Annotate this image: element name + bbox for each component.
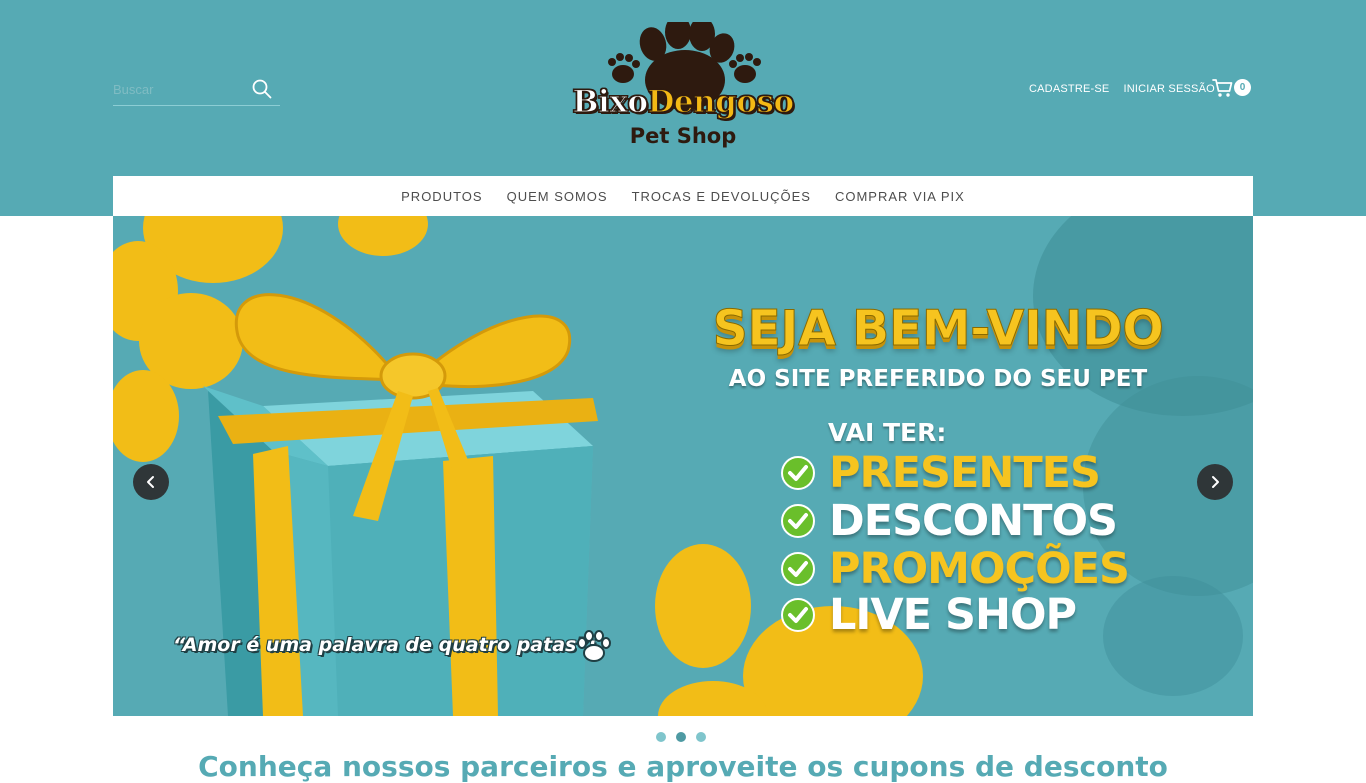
paw-icon (577, 630, 611, 662)
banner-intro: VAI TER: (828, 418, 947, 447)
benefit-item: PROMOÇÕES (781, 544, 1130, 594)
carousel-prev-button[interactable] (133, 464, 169, 500)
site-header: BixoDengoso Pet Shop CADASTRE-SE INICIAR… (0, 0, 1366, 216)
carousel-next-button[interactable] (1197, 464, 1233, 500)
benefit-label: DESCONTOS (829, 496, 1118, 546)
chevron-right-icon (1212, 476, 1219, 488)
banner-quote: “Amor é uma palavra de quatro patas”; (173, 634, 597, 656)
check-icon (781, 504, 815, 538)
cart-button[interactable]: 0 (1212, 77, 1252, 101)
search-input[interactable] (113, 78, 243, 100)
benefit-item: DESCONTOS (781, 496, 1118, 546)
benefit-label: PROMOÇÕES (829, 544, 1130, 594)
hero-banner[interactable]: SEJA BEM-VINDO AO SITE PREFERIDO DO SEU … (113, 216, 1253, 716)
check-icon (781, 456, 815, 490)
carousel-dot-active[interactable] (676, 732, 686, 742)
main-nav: PRODUTOS QUEM SOMOS TROCAS E DEVOLUÇÕES … (113, 176, 1253, 216)
benefit-label: LIVE SHOP (829, 590, 1077, 640)
nav-item-quem-somos[interactable]: QUEM SOMOS (507, 189, 608, 204)
banner-subheadline: AO SITE PREFERIDO DO SEU PET (728, 366, 1148, 392)
check-icon (781, 598, 815, 632)
banner-headline: SEJA BEM-VINDO (712, 300, 1164, 358)
carousel-dot[interactable] (656, 732, 666, 742)
logo-brand-part-2: Dengoso (647, 83, 795, 120)
site-logo[interactable]: BixoDengoso Pet Shop (556, 22, 810, 154)
benefit-label: PRESENTES (829, 448, 1101, 498)
carousel-pagination (656, 732, 706, 742)
logo-brand-part-1: Bixo (572, 83, 649, 120)
register-link[interactable]: CADASTRE-SE (1029, 83, 1109, 95)
search-bar (113, 72, 280, 106)
search-icon[interactable] (251, 78, 273, 100)
cart-count-badge: 0 (1234, 79, 1251, 96)
carousel-dot[interactable] (696, 732, 706, 742)
benefit-item: LIVE SHOP (781, 590, 1077, 640)
nav-item-comprar-via-pix[interactable]: COMPRAR VIA PIX (835, 189, 965, 204)
login-link[interactable]: INICIAR SESSÃO (1123, 83, 1214, 95)
nav-item-trocas-devolucoes[interactable]: TROCAS E DEVOLUÇÕES (632, 189, 811, 204)
logo-subtitle: Pet Shop (629, 124, 737, 148)
cart-icon (1212, 79, 1233, 97)
logo-brand-text: BixoDengoso (558, 83, 808, 120)
partners-section-title: Conheça nossos parceiros e aproveite os … (198, 750, 1168, 783)
chevron-left-icon (147, 476, 154, 488)
nav-item-produtos[interactable]: PRODUTOS (401, 189, 482, 204)
check-icon (781, 552, 815, 586)
benefit-item: PRESENTES (781, 448, 1101, 498)
account-links: CADASTRE-SE INICIAR SESSÃO (1029, 83, 1215, 95)
